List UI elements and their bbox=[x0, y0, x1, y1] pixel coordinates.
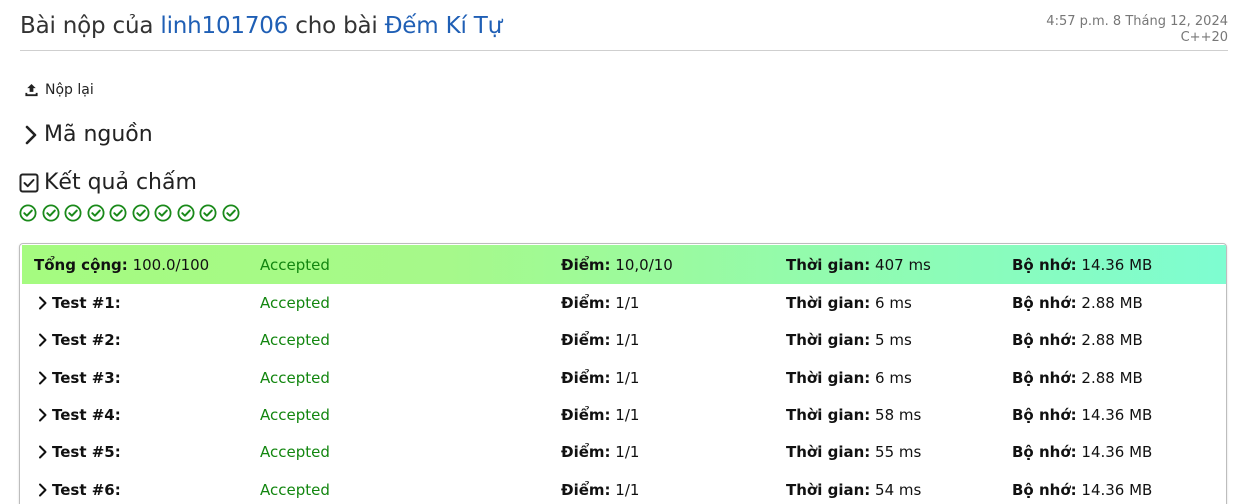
test-case-row: Test #2: Accepted Điểm: 1/1 Thời gian: 5 ms… bbox=[22, 321, 1226, 359]
test-case-status: Accepted bbox=[260, 481, 330, 499]
total-row: Tổng cộng: 100.0/100 Accepted Điểm: 10,0… bbox=[22, 245, 1226, 284]
check-circle-icon bbox=[64, 204, 82, 222]
test-case-score: Điểm: 1/1 bbox=[561, 443, 640, 461]
test-case-memory: Bộ nhớ: 14.36 MB bbox=[1012, 443, 1153, 461]
check-circle-icon bbox=[42, 204, 60, 222]
test-case-score: Điểm: 1/1 bbox=[561, 294, 640, 312]
test-case-name: Test #2: bbox=[52, 331, 121, 349]
total-time: Thời gian: 407 ms bbox=[786, 255, 931, 274]
check-circle-icon bbox=[177, 204, 195, 222]
test-case-status: Accepted bbox=[260, 369, 330, 387]
chevron-right-icon bbox=[39, 371, 47, 385]
test-case-score: Điểm: 1/1 bbox=[561, 369, 640, 387]
test-case-row: Test #5: Accepted Điểm: 1/1 Thời gian: 55 m… bbox=[22, 433, 1226, 471]
test-case-score: Điểm: 1/1 bbox=[561, 481, 640, 499]
resubmit-button[interactable]: Nộp lại bbox=[24, 82, 94, 98]
test-case-memory: Bộ nhớ: 2.88 MB bbox=[1012, 369, 1143, 387]
test-case-name: Test #5: bbox=[52, 443, 121, 461]
results-panel: Tổng cộng: 100.0/100 Accepted Điểm: 10,0… bbox=[19, 243, 1227, 504]
check-circle-icon bbox=[199, 204, 217, 222]
check-circle-icon bbox=[132, 204, 150, 222]
test-case-memory: Bộ nhớ: 14.36 MB bbox=[1012, 406, 1153, 424]
page-title: Bài nộp của linh101706 cho bài Đếm Kí Tự bbox=[20, 13, 502, 39]
checkbox-icon bbox=[19, 173, 39, 192]
total-score: Điểm: 10,0/10 bbox=[561, 255, 673, 274]
check-circle-icon bbox=[87, 204, 105, 222]
test-case-memory: Bộ nhớ: 2.88 MB bbox=[1012, 294, 1143, 312]
test-case-row: Test #3: Accepted Điểm: 1/1 Thời gian: 6 ms… bbox=[22, 359, 1226, 397]
test-case-toggle[interactable]: Test #1: bbox=[38, 294, 121, 312]
test-case-name: Test #4: bbox=[52, 406, 121, 424]
total-status: Accepted bbox=[260, 255, 330, 274]
title-prefix: Bài nộp của bbox=[20, 13, 154, 39]
test-case-score: Điểm: 1/1 bbox=[561, 331, 640, 349]
test-case-name: Test #1: bbox=[52, 294, 121, 312]
submission-meta: 4:57 p.m. 8 Tháng 12, 2024 C++20 bbox=[1046, 14, 1228, 46]
test-case-toggle[interactable]: Test #6: bbox=[38, 481, 121, 499]
problem-link[interactable]: Đếm Kí Tự bbox=[385, 13, 503, 39]
check-circle-icon bbox=[154, 204, 172, 222]
total-points: Tổng cộng: 100.0/100 bbox=[34, 255, 210, 274]
test-case-toggle[interactable]: Test #5: bbox=[38, 443, 121, 461]
resubmit-label: Nộp lại bbox=[45, 82, 94, 98]
test-case-time: Thời gian: 54 ms bbox=[786, 481, 922, 499]
test-case-row: Test #6: Accepted Điểm: 1/1 Thời gian: 54 m… bbox=[22, 471, 1226, 504]
results-label: Kết quả chấm bbox=[44, 170, 197, 195]
test-case-row: Test #4: Accepted Điểm: 1/1 Thời gian: 58 m… bbox=[22, 396, 1226, 434]
check-circle-icon bbox=[19, 204, 37, 222]
total-memory: Bộ nhớ: 14.36 MB bbox=[1012, 255, 1153, 274]
test-case-toggle[interactable]: Test #3: bbox=[38, 369, 121, 387]
test-case-status: Accepted bbox=[260, 443, 330, 461]
submission-date: 4:57 p.m. 8 Tháng 12, 2024 bbox=[1046, 14, 1228, 29]
user-link[interactable]: linh101706 bbox=[160, 13, 288, 39]
upload-icon bbox=[25, 83, 38, 96]
test-case-time: Thời gian: 6 ms bbox=[786, 369, 912, 387]
title-mid: cho bài bbox=[295, 13, 378, 39]
source-code-toggle[interactable]: Mã nguồn bbox=[24, 122, 153, 147]
test-case-time: Thời gian: 58 ms bbox=[786, 406, 922, 424]
check-circle-icon bbox=[222, 204, 240, 222]
test-case-score: Điểm: 1/1 bbox=[561, 406, 640, 424]
test-case-toggle[interactable]: Test #4: bbox=[38, 406, 121, 424]
submission-language: C++20 bbox=[1180, 30, 1228, 45]
test-case-name: Test #6: bbox=[52, 481, 121, 499]
chevron-right-icon bbox=[25, 125, 37, 144]
test-case-status: Accepted bbox=[260, 331, 330, 349]
test-case-toggle[interactable]: Test #2: bbox=[38, 331, 121, 349]
chevron-right-icon bbox=[39, 483, 47, 497]
results-heading: Kết quả chấm bbox=[19, 170, 197, 195]
submission-header: Bài nộp của linh101706 cho bài Đếm Kí Tự… bbox=[20, 0, 1228, 51]
test-case-status: Accepted bbox=[260, 406, 330, 424]
test-case-time: Thời gian: 55 ms bbox=[786, 443, 922, 461]
test-case-name: Test #3: bbox=[52, 369, 121, 387]
source-code-label: Mã nguồn bbox=[44, 122, 153, 147]
chevron-right-icon bbox=[39, 296, 47, 310]
test-case-status: Accepted bbox=[260, 294, 330, 312]
check-circle-icon bbox=[109, 204, 127, 222]
test-case-memory: Bộ nhớ: 14.36 MB bbox=[1012, 481, 1153, 499]
test-case-time: Thời gian: 5 ms bbox=[786, 331, 912, 349]
chevron-right-icon bbox=[39, 408, 47, 422]
case-status-icons bbox=[19, 204, 244, 222]
test-case-row: Test #1: Accepted Điểm: 1/1 Thời gian: 6 ms… bbox=[22, 284, 1226, 322]
chevron-right-icon bbox=[39, 445, 47, 459]
test-case-time: Thời gian: 6 ms bbox=[786, 294, 912, 312]
chevron-right-icon bbox=[39, 333, 47, 347]
test-case-memory: Bộ nhớ: 2.88 MB bbox=[1012, 331, 1143, 349]
